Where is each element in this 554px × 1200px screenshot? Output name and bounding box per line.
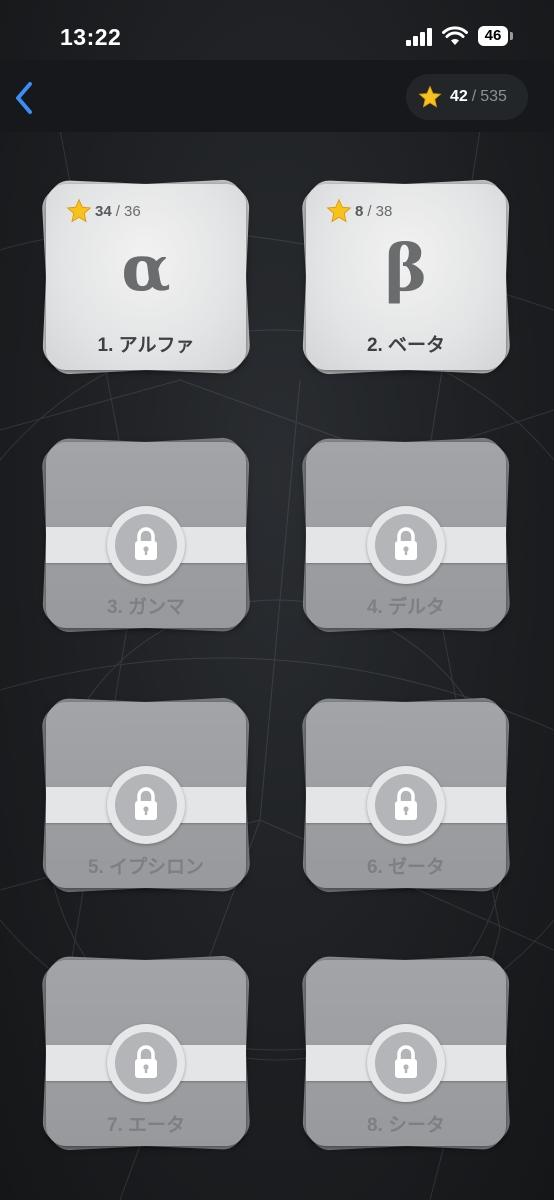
lock-icon <box>395 1045 417 1078</box>
lock-badge <box>107 1024 185 1102</box>
lock-badge <box>107 506 185 584</box>
level-symbol: α <box>121 231 171 306</box>
lock-badge <box>367 766 445 844</box>
star-icon <box>418 85 442 108</box>
level-title: 8. シータ <box>366 1115 446 1136</box>
nav-bar: 42 / 535 <box>0 60 554 132</box>
level-card-zeta[interactable]: 6. ゼータ <box>301 696 511 894</box>
lock-badge <box>107 766 185 844</box>
level-card-gamma[interactable]: 3. ガンマ <box>41 436 251 634</box>
level-symbol: β <box>384 231 428 306</box>
lock-badge <box>367 1024 445 1102</box>
score-separator: / <box>471 88 477 105</box>
level-card-alpha[interactable]: 34 / 36 α 1. アルファ <box>41 178 251 376</box>
lock-badge <box>367 506 445 584</box>
lock-icon <box>135 1045 157 1078</box>
level-title: 3. ガンマ <box>106 597 186 618</box>
star-icon <box>326 198 352 223</box>
level-title: 1. アルファ <box>97 335 195 356</box>
total-score-badge: 42 / 535 <box>406 74 528 120</box>
level-stars-total: / 38 <box>367 202 393 220</box>
lock-icon <box>395 527 417 560</box>
level-title: 6. ゼータ <box>366 857 446 878</box>
score-total: 535 <box>480 88 507 105</box>
level-stars-total: / 36 <box>115 202 141 220</box>
lock-icon <box>395 787 417 820</box>
battery-indicator: 46 <box>478 26 513 46</box>
wifi-icon <box>442 26 468 45</box>
cellular-signal-icon <box>406 28 434 46</box>
level-title: 2. ベータ <box>366 335 446 356</box>
score-earned: 42 <box>450 88 468 105</box>
back-button[interactable] <box>10 78 40 118</box>
lock-icon <box>135 527 157 560</box>
level-stars: 34 / 36 <box>66 198 141 224</box>
lock-icon <box>135 787 157 820</box>
level-title: 4. デルタ <box>366 597 446 618</box>
level-card-theta[interactable]: 8. シータ <box>301 954 511 1152</box>
level-title: 7. エータ <box>106 1115 186 1136</box>
level-stars-earned: 34 <box>95 202 112 220</box>
star-icon <box>66 198 92 223</box>
level-card-beta[interactable]: 8 / 38 β 2. ベータ <box>301 178 511 376</box>
level-stars-earned: 8 <box>355 202 364 220</box>
level-stars: 8 / 38 <box>326 198 392 224</box>
level-card-delta[interactable]: 4. デルタ <box>301 436 511 634</box>
chevron-left-icon <box>16 82 32 114</box>
level-card-epsilon[interactable]: 5. イプシロン <box>41 696 251 894</box>
level-title: 5. イプシロン <box>87 857 205 878</box>
level-card-eta[interactable]: 7. エータ <box>41 954 251 1152</box>
status-time: 13:22 <box>60 24 122 50</box>
